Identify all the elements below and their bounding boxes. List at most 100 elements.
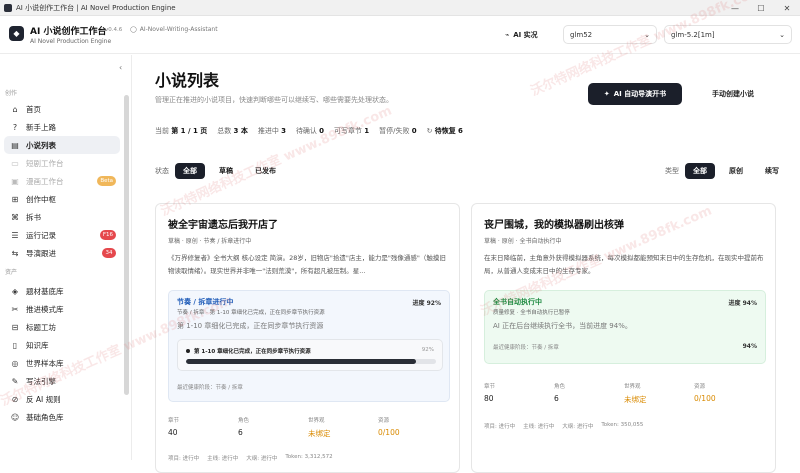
sidebar-item[interactable]: ☰ 运行记录 F16	[4, 226, 120, 244]
metrics-grid: 章节 40 角色 6 世界观 未绑定 资源 0/100	[168, 416, 450, 439]
status-chip-published[interactable]: 已发布	[247, 163, 284, 179]
type-chip-continuation[interactable]: 续写	[757, 163, 787, 179]
status-filter-label: 状态	[155, 167, 169, 175]
metrics-grid: 章节 80 角色 6 世界观 未绑定 资源 0/100	[484, 382, 766, 405]
provider-select[interactable]: glm52 ⌄	[563, 25, 657, 44]
metric-label: 章节	[484, 384, 496, 390]
novel-meta: 草稿 · 原创 · 全书自动执行中	[484, 238, 562, 245]
nav-icon: ⊟	[11, 322, 19, 332]
nav-icon: ▣	[11, 176, 19, 186]
github-icon: ◯	[130, 26, 137, 33]
refresh-icon: ↻	[426, 127, 433, 135]
nav-icon: ▤	[11, 140, 19, 150]
minimize-button[interactable]: —	[722, 0, 748, 16]
ai-live-button[interactable]: ⌁ AI 实况	[505, 26, 538, 43]
nav-icon: ⇆	[11, 248, 19, 258]
chevron-down-icon: ⌄	[779, 30, 785, 39]
collapse-sidebar-icon[interactable]: ‹	[119, 63, 122, 72]
sidebar-item[interactable]: ⊟ 标题工坊	[4, 318, 120, 336]
sidebar-item-label: 知识库	[26, 340, 49, 350]
metric-value: 6	[238, 428, 243, 437]
sidebar-item[interactable]: ⇆ 导演跟进 34	[4, 244, 120, 262]
nav-icon: ⌘	[11, 212, 19, 222]
sidebar-item-label: 导演跟进	[26, 248, 56, 258]
nav-icon: ⊘	[11, 394, 19, 404]
sidebar-item[interactable]: ✎ 写法引擎	[4, 372, 120, 390]
novel-card[interactable]: 被全宇宙遗忘后我开店了 草稿 · 原创 · 节奏 / 拆章进行中 《万界修复者》…	[155, 203, 460, 473]
nav-icon: ▭	[11, 158, 19, 168]
metric-label: 资源	[378, 418, 390, 424]
nav-icon: ☺	[10, 412, 20, 422]
type-chip-original[interactable]: 原创	[721, 163, 751, 179]
count-badge: 34	[102, 248, 116, 258]
phase-sub: 节奏 / 拆章 · 第 1-10 章细化已完成，正在同步章节执行资源	[177, 310, 325, 316]
footer-item: 大纲: 进行中	[562, 424, 594, 430]
phase-sub: 质量修复 · 全书自动执行已暂停	[493, 310, 570, 316]
novel-title: 丧尸围城，我的模拟器刷出核弹	[484, 220, 624, 231]
close-button[interactable]: ✕	[774, 0, 800, 16]
nav-icon: ⌂	[12, 104, 18, 114]
status-chip-all[interactable]: 全部	[175, 163, 205, 179]
novel-synopsis: 在末日降临前，主角意外获得模拟器系统，每次模拟都能预知末日中的生存危机，在现实中…	[484, 254, 764, 275]
stat-active: 推进中 3	[257, 127, 286, 135]
sidebar-scrollbar[interactable]	[124, 95, 129, 395]
status-dot-icon	[186, 349, 190, 353]
sidebar-item[interactable]: ▭ 短剧工作台	[4, 154, 120, 172]
main-content: 小说列表 管理正在推进的小说项目，快速判断哪些可以继续写、哪些需要先处理状态。 …	[133, 55, 800, 473]
count-badge: Beta	[97, 176, 116, 186]
footer-item: 大纲: 进行中	[246, 456, 278, 462]
sidebar-item[interactable]: ? 新手上路	[4, 118, 120, 136]
page-description: 管理正在推进的小说项目，快速判断哪些可以继续写、哪些需要先处理状态。	[155, 96, 393, 104]
ai-auto-director-button[interactable]: ✦ AI 自动导演开书	[588, 83, 682, 105]
chevron-down-icon: ⌄	[644, 30, 650, 39]
sidebar-item-label: 漫画工作台	[26, 176, 64, 186]
nav-icon: ?	[12, 122, 18, 132]
maximize-button[interactable]: ☐	[748, 0, 774, 16]
section-label-create: 创作	[5, 90, 18, 97]
sidebar-item-label: 拆书	[26, 212, 41, 222]
sidebar-item[interactable]: ⌂ 首页	[4, 100, 120, 118]
metric-value: 未绑定	[308, 429, 331, 438]
sidebar-item[interactable]: ⊞ 创作中枢	[4, 190, 120, 208]
ai-auto-director-label: AI 自动导演开书	[613, 90, 667, 98]
progress-bar	[186, 359, 436, 364]
metric-label: 资源	[694, 384, 706, 390]
sidebar-item[interactable]: ▯ 知识库	[4, 336, 120, 354]
sidebar-item-label: 标题工坊	[26, 322, 56, 332]
footer-item: Token: 350,055	[601, 422, 644, 428]
metric-label: 世界观	[624, 384, 641, 390]
sidebar-item[interactable]: ▣ 漫画工作台 Beta	[4, 172, 120, 190]
sidebar-item[interactable]: ▤ 小说列表	[4, 136, 120, 154]
last-healthy-stage: 最近健康阶段：节奏 / 拆章	[493, 345, 559, 351]
task-percent: 92%	[421, 347, 434, 353]
sidebar-item[interactable]: ⌘ 拆书	[4, 208, 120, 226]
sidebar-item[interactable]: ☺ 基础角色库	[4, 408, 120, 426]
type-filter-label: 类型	[665, 167, 679, 175]
manual-create-button[interactable]: 手动创建小说	[700, 83, 766, 105]
metric-value: 40	[168, 428, 178, 437]
repo-link[interactable]: ◯ AI-Novel-Writing-Assistant	[130, 26, 218, 33]
status-chip-draft[interactable]: 草稿	[211, 163, 241, 179]
repo-label: AI-Novel-Writing-Assistant	[139, 26, 218, 33]
model-select[interactable]: glm-5.2[1m] ⌄	[664, 25, 792, 44]
provider-value: glm52	[570, 30, 593, 39]
stat-recover[interactable]: ↻ 待恢复 6	[427, 126, 463, 136]
progress-bar-fill	[186, 359, 416, 364]
type-filter: 类型 全部 原创 续写	[665, 163, 787, 179]
sidebar-item-label: 写法引擎	[26, 376, 56, 386]
nav-icon: ◈	[11, 286, 19, 296]
metric-label: 章节	[168, 418, 180, 424]
novel-card[interactable]: 丧尸围城，我的模拟器刷出核弹 草稿 · 原创 · 全书自动执行中 在末日降临前，…	[471, 203, 776, 473]
metric-value: 未绑定	[624, 395, 647, 404]
app-icon	[4, 3, 12, 12]
type-chip-all[interactable]: 全部	[685, 163, 715, 179]
sidebar-item[interactable]: ✂ 推进模式库	[4, 300, 120, 318]
progress-label: 进度 92%	[412, 300, 441, 307]
sidebar-item[interactable]: ⊘ 反 AI 规则	[4, 390, 120, 408]
sidebar-item[interactable]: ◈ 题材基底库	[4, 282, 120, 300]
footer-item: Token: 3,312,572	[285, 454, 333, 460]
sidebar-item[interactable]: ◎ 世界样本库	[4, 354, 120, 372]
metric-value: 0/100	[694, 394, 716, 403]
sidebar-item-label: 世界样本库	[26, 358, 64, 368]
novel-synopsis: 《万界修复者》全书大纲 核心设定 简演。28岁，旧物店"拾遗"店主，能力是"残像…	[168, 254, 446, 275]
